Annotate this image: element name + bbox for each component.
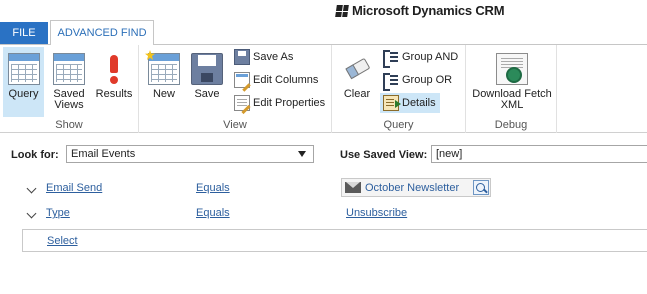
save-as-button[interactable]: Save As [231,47,296,67]
brand-text: Microsoft Dynamics CRM [352,3,505,18]
group-and-icon [383,49,399,68]
edit-columns-icon [234,72,250,88]
details-button[interactable]: Details [380,93,440,113]
edit-properties-label: Edit Properties [253,97,326,109]
download-label-line2: XML [500,99,524,111]
saved-views-icon [53,53,85,85]
save-as-label: Save As [253,51,294,63]
query-icon [7,53,40,85]
save-button[interactable]: Save [188,47,226,117]
criteria-operator-link[interactable]: Equals [196,182,230,194]
query-button[interactable]: Query [3,47,44,117]
details-icon [383,95,401,111]
edit-columns-button[interactable]: Edit Columns [231,70,321,90]
saved-view-value: [new] [436,148,463,160]
tab-advanced-find[interactable]: ADVANCED FIND [50,20,154,45]
look-for-value: Email Events [71,148,136,160]
tab-file[interactable]: FILE [0,22,48,44]
look-for-label: Look for: [11,149,59,161]
email-envelope-icon [345,182,361,193]
new-label: New [152,88,175,100]
edit-properties-icon [234,95,250,111]
select-field-link[interactable]: Select [47,235,78,247]
ribbon-group-view: New Save Save As Edit Columns Edit Prope… [139,45,332,133]
clear-button[interactable]: Clear [338,47,376,117]
edit-columns-label: Edit Columns [253,74,319,86]
results-button[interactable]: Results [93,47,135,117]
group-label-show: Show [55,119,83,131]
group-and-button[interactable]: Group AND [380,47,461,68]
brand: Microsoft Dynamics CRM [335,3,505,18]
new-star-icon [145,50,155,60]
criteria-value-link[interactable]: Unsubscribe [346,207,407,219]
save-label: Save [194,88,220,100]
group-or-button[interactable]: Group OR [380,70,455,91]
group-label-query: Query [383,119,414,131]
dropdown-arrow-icon [298,151,306,157]
download-fetch-xml-button[interactable]: Download Fetch XML [470,47,554,117]
ribbon: Query Saved Views Results Show New Save … [0,45,647,133]
new-icon [145,50,180,85]
results-icon [98,53,130,85]
group-or-icon [383,72,399,91]
save-as-icon [234,49,250,65]
group-label-view: View [223,119,247,131]
group-label-debug: Debug [494,119,528,131]
criteria-field-link[interactable]: Email Send [46,182,102,194]
eraser-icon [335,47,379,91]
group-and-label: Group AND [402,51,459,63]
criteria-field-link[interactable]: Type [46,207,70,219]
edit-properties-button[interactable]: Edit Properties [231,93,328,113]
ribbon-group-query: Clear Group AND Group OR Details Query [332,45,466,133]
chevron-down-icon[interactable] [26,208,37,219]
details-label: Details [402,97,436,109]
results-label: Results [95,88,133,100]
clear-label: Clear [343,88,371,100]
criteria-operator-link[interactable]: Equals [196,207,230,219]
use-saved-view-select[interactable]: [new] [431,145,647,163]
chevron-down-icon[interactable] [26,183,37,194]
download-fetch-xml-icon [496,53,528,85]
new-button[interactable]: New [144,47,184,117]
save-icon [191,53,223,85]
lookup-search-icon[interactable] [473,180,489,195]
criteria-row: Type Equals Unsubscribe [0,207,647,225]
new-criteria-row: Select [22,229,647,252]
saved-views-button[interactable]: Saved Views [48,47,90,117]
top-bar: Microsoft Dynamics CRM FILE ADVANCED FIN… [0,0,647,45]
group-or-label: Group OR [402,74,453,86]
microsoft-logo-icon [335,4,349,17]
query-label: Query [8,88,39,100]
look-for-select[interactable]: Email Events [66,145,314,163]
saved-views-label-line2: Views [54,99,84,111]
use-saved-view-label: Use Saved View: [340,149,428,161]
criteria-value-text[interactable]: October Newsletter [365,182,459,194]
ribbon-group-show: Query Saved Views Results Show [0,45,139,133]
criteria-value-lookup[interactable]: October Newsletter [341,178,491,197]
ribbon-group-debug: Download Fetch XML Debug [466,45,557,133]
criteria-row: Email Send Equals [0,182,647,200]
